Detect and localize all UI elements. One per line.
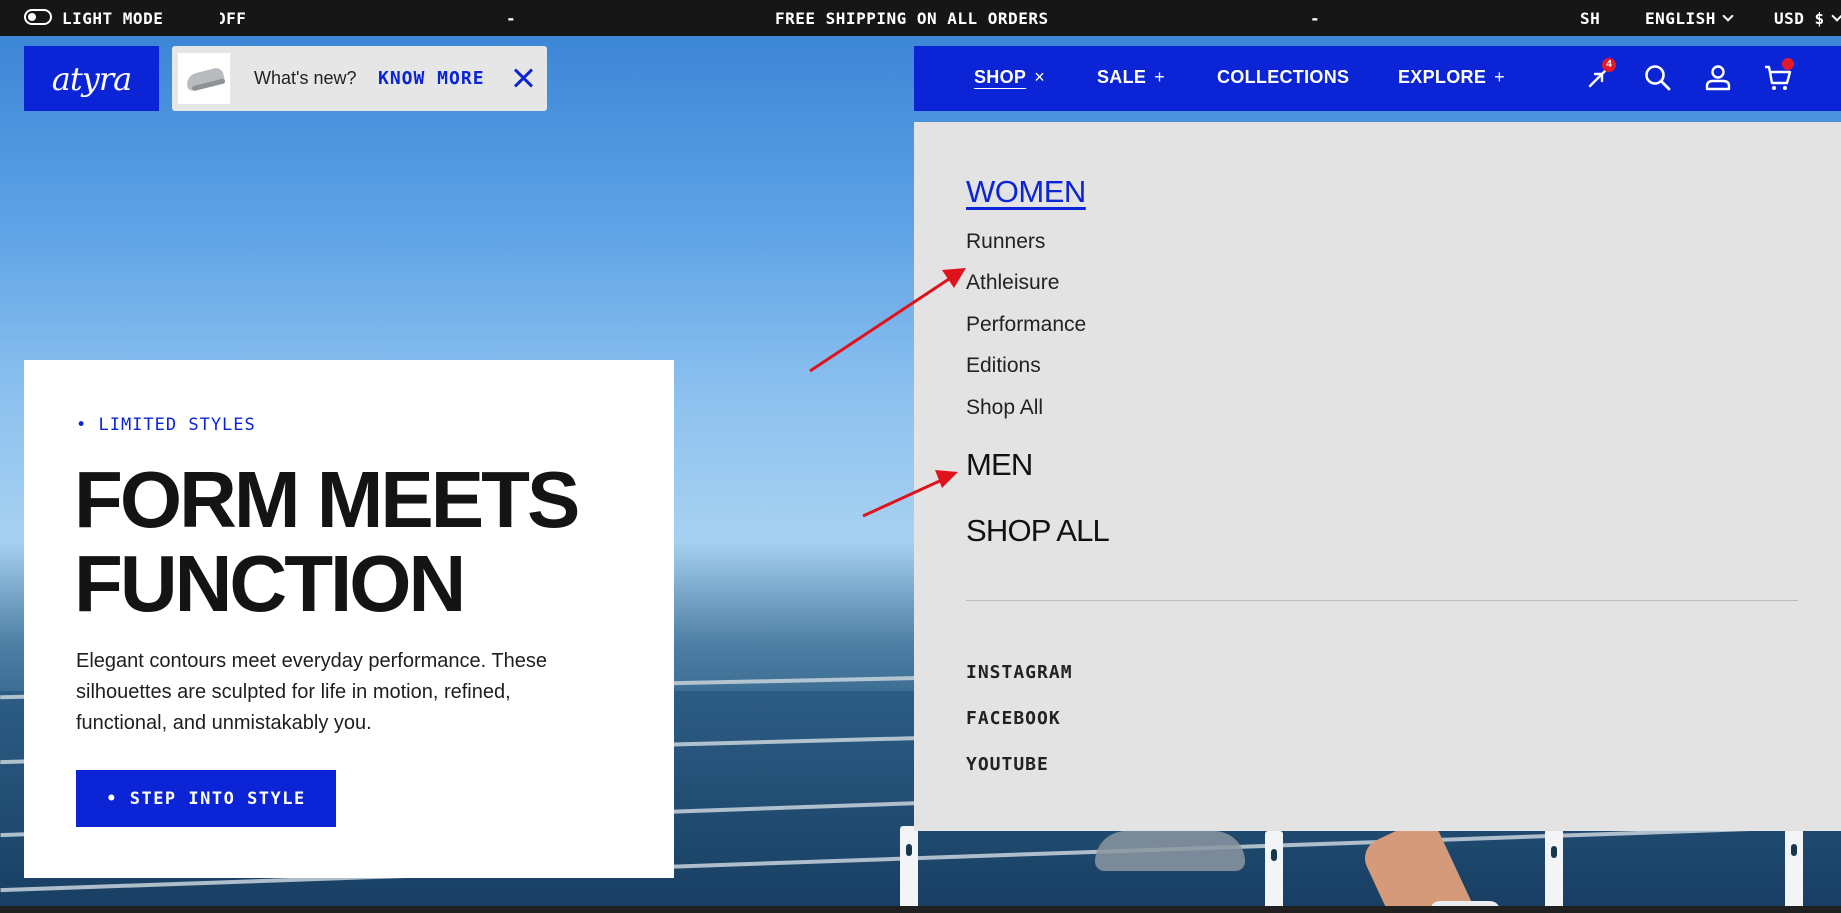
plus-icon: + xyxy=(1154,67,1166,87)
railing-post xyxy=(900,826,918,906)
sneaker-image xyxy=(1095,831,1245,871)
subcategory-shop-all[interactable]: Shop All xyxy=(966,396,1043,420)
currency-label: USD $ xyxy=(1774,9,1825,28)
search-icon xyxy=(1645,65,1671,91)
nav-item-explore[interactable]: EXPLORE + xyxy=(1398,67,1505,88)
plus-icon: + xyxy=(1494,67,1505,87)
compare-count-badge: 4 xyxy=(1602,58,1616,72)
ticker-separator-left: - xyxy=(506,9,517,28)
step-into-style-button[interactable]: • STEP INTO STYLE xyxy=(76,770,336,827)
social-link-facebook[interactable]: FACEBOOK xyxy=(966,708,1061,729)
account-button[interactable] xyxy=(1702,62,1734,94)
category-shop-all[interactable]: SHOP ALL xyxy=(966,513,1110,549)
close-icon: × xyxy=(1034,67,1046,87)
nav-shop-label: SHOP xyxy=(974,67,1027,87)
chevron-down-icon xyxy=(1722,10,1734,22)
shipping-message: FREE SHIPPING ON ALL ORDERS xyxy=(775,9,1049,28)
brand-logo[interactable]: atyra xyxy=(24,46,159,111)
subcategory-performance[interactable]: Performance xyxy=(966,313,1086,337)
shop-dropdown-menu: WOMEN Runners Athleisure Performance Edi… xyxy=(914,122,1841,831)
ticker-fragment-right: SH xyxy=(1580,9,1601,28)
currency-selector[interactable]: USD $ xyxy=(1774,9,1841,28)
social-link-instagram[interactable]: INSTAGRAM xyxy=(966,662,1073,683)
social-link-youtube[interactable]: YOUTUBE xyxy=(966,754,1049,775)
nav-item-shop[interactable]: SHOP × xyxy=(974,67,1045,88)
whats-new-text: What's new? xyxy=(254,68,357,88)
user-icon xyxy=(1705,65,1731,91)
language-selector[interactable]: ENGLISH xyxy=(1645,9,1734,28)
search-button[interactable] xyxy=(1642,62,1674,94)
headline-line: FORM MEETS xyxy=(74,455,580,544)
hero-card: • LIMITED STYLES FORM MEETS FUNCTION Ele… xyxy=(24,360,674,878)
hero-eyebrow: • LIMITED STYLES xyxy=(76,415,256,435)
know-more-link[interactable]: KNOW MORE xyxy=(378,68,485,89)
category-men[interactable]: MEN xyxy=(966,447,1033,483)
ticker-separator-right: - xyxy=(1310,9,1321,28)
railing-post xyxy=(1785,826,1803,906)
announcement-bar: LIGHT MODE OFF - FREE SHIPPING ON ALL OR… xyxy=(0,0,1841,36)
nav-sale-label: SALE xyxy=(1097,67,1147,87)
nav-item-collections[interactable]: COLLECTIONS xyxy=(1217,67,1349,88)
language-label: ENGLISH xyxy=(1645,9,1716,28)
close-icon[interactable] xyxy=(508,62,538,92)
product-thumbnail[interactable] xyxy=(178,53,230,104)
theme-toggle[interactable] xyxy=(24,9,52,25)
chevron-down-icon xyxy=(1831,10,1841,22)
cart-button[interactable] xyxy=(1762,58,1794,94)
whats-new-banner: What's new? KNOW MORE xyxy=(172,46,547,111)
hero-headline: FORM MEETS FUNCTION xyxy=(74,455,580,628)
railing-post xyxy=(1545,828,1563,906)
compare-button[interactable]: 4 xyxy=(1582,58,1616,94)
subcategory-runners[interactable]: Runners xyxy=(966,230,1045,254)
category-women[interactable]: WOMEN xyxy=(966,174,1086,210)
ticker-fragment-left: OFF xyxy=(216,9,247,28)
hero-description: Elegant contours meet everyday performan… xyxy=(76,650,547,734)
nav-item-sale[interactable]: SALE + xyxy=(1097,67,1165,88)
railing-post xyxy=(1265,831,1283,906)
nav-collections-label: COLLECTIONS xyxy=(1217,67,1350,87)
subcategory-athleisure[interactable]: Athleisure xyxy=(966,271,1059,295)
headline-line: FUNCTION xyxy=(74,539,466,628)
subcategory-editions[interactable]: Editions xyxy=(966,354,1041,378)
shoe-image xyxy=(184,66,226,92)
theme-toggle-label[interactable]: LIGHT MODE xyxy=(62,9,163,28)
main-nav: SHOP × SALE + COLLECTIONS EXPLORE + 4 xyxy=(914,46,1841,111)
nav-explore-label: EXPLORE xyxy=(1398,67,1487,87)
menu-divider xyxy=(966,600,1798,601)
cart-indicator-dot xyxy=(1782,58,1794,70)
bottom-strip xyxy=(0,906,1841,913)
